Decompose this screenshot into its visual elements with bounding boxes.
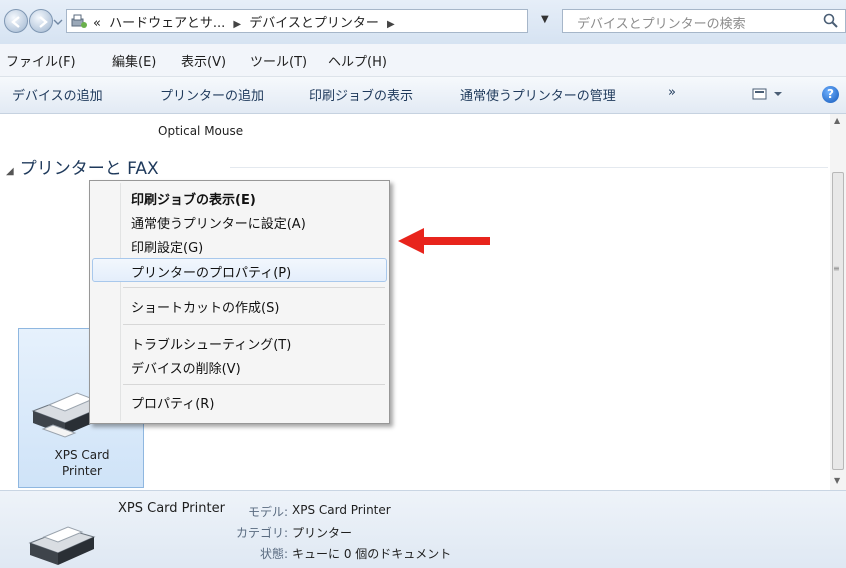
menu-item-printing-preferences[interactable]: 印刷設定(G) bbox=[92, 233, 387, 257]
menu-item-label: トラブルシューティング(T) bbox=[131, 338, 292, 353]
breadcrumb-devices-printers[interactable]: デバイスとプリンター bbox=[249, 16, 379, 31]
breadcrumb-separator-icon[interactable]: ▶ bbox=[233, 19, 241, 30]
details-pane: XPS Card Printer モデル: XPS Card Printer カ… bbox=[0, 490, 846, 568]
details-category-value: プリンター bbox=[292, 526, 353, 540]
menu-separator bbox=[123, 324, 385, 325]
address-bar: « ハードウェアとサ... ▶ デバイスとプリンター ▶ ▼ ↹ デバイスとプリ… bbox=[0, 0, 846, 44]
menu-separator bbox=[123, 384, 385, 385]
back-button[interactable] bbox=[4, 9, 28, 33]
help-icon[interactable]: ? bbox=[822, 86, 839, 103]
more-commands-button[interactable]: » bbox=[668, 85, 676, 100]
printer-tile-label-line2: Printer bbox=[62, 464, 102, 478]
scroll-down-icon[interactable]: ▼ bbox=[834, 476, 840, 485]
add-device-button[interactable]: デバイスの追加 bbox=[12, 85, 103, 104]
printer-icon bbox=[28, 526, 96, 565]
menu-item-remove-device[interactable]: デバイスの削除(V) bbox=[92, 354, 387, 378]
details-status-label: 状態: bbox=[259, 547, 288, 561]
menu-help[interactable]: ヘルプ(H) bbox=[328, 51, 387, 70]
scroll-up-icon[interactable]: ▲ bbox=[834, 116, 840, 125]
breadcrumb: « ハードウェアとサ... ▶ デバイスとプリンター ▶ bbox=[93, 12, 399, 31]
menu-item-see-print-jobs[interactable]: 印刷ジョブの表示(E) bbox=[92, 185, 387, 209]
menu-view[interactable]: 表示(V) bbox=[181, 51, 226, 70]
menu-item-label: プリンターのプロパティ(P) bbox=[131, 266, 292, 281]
context-menu: 印刷ジョブの表示(E) 通常使うプリンターに設定(A) 印刷設定(G) プリンタ… bbox=[89, 180, 390, 424]
menu-file[interactable]: ファイル(F) bbox=[6, 51, 76, 70]
menu-item-create-shortcut[interactable]: ショートカットの作成(S) bbox=[92, 293, 387, 317]
breadcrumb-hardware-sound[interactable]: ハードウェアとサ... bbox=[109, 16, 225, 31]
group-divider bbox=[230, 167, 828, 168]
collapse-triangle-icon[interactable]: ◢ bbox=[6, 166, 14, 177]
printer-tile-label: XPS Card Printer bbox=[19, 447, 145, 479]
menu-item-printer-properties[interactable]: プリンターのプロパティ(P) bbox=[92, 258, 387, 282]
menu-item-set-default[interactable]: 通常使うプリンターに設定(A) bbox=[92, 209, 387, 233]
scroll-grip-icon: ≡ bbox=[833, 264, 840, 273]
printer-tile-label-line1: XPS Card bbox=[54, 448, 110, 462]
red-arrow-annotation bbox=[398, 228, 490, 254]
address-box[interactable]: « ハードウェアとサ... ▶ デバイスとプリンター ▶ ▼ ↹ bbox=[66, 9, 577, 33]
add-printer-button[interactable]: プリンターの追加 bbox=[160, 85, 264, 104]
menu-tools[interactable]: ツール(T) bbox=[250, 51, 307, 70]
search-placeholder: デバイスとプリンターの検索 bbox=[577, 17, 746, 32]
menu-item-label: デバイスの削除(V) bbox=[131, 362, 241, 377]
details-device-name: XPS Card Printer bbox=[118, 501, 225, 516]
group-header[interactable]: ◢ プリンターと FAX bbox=[6, 154, 159, 179]
details-status-value: キューに 0 個のドキュメント bbox=[292, 547, 452, 561]
arrow-right-icon bbox=[39, 16, 48, 28]
devices-printers-icon bbox=[71, 14, 87, 28]
search-input[interactable]: デバイスとプリンターの検索 bbox=[562, 9, 846, 33]
arrow-left-icon bbox=[11, 16, 20, 28]
change-view-icon[interactable] bbox=[752, 87, 786, 101]
menu-item-label: ショートカットの作成(S) bbox=[131, 301, 280, 316]
address-dropdown-icon[interactable]: ▼ bbox=[541, 14, 549, 25]
menu-item-label: 印刷設定(G) bbox=[131, 241, 204, 256]
menu-item-troubleshoot[interactable]: トラブルシューティング(T) bbox=[92, 330, 387, 354]
breadcrumb-overflow[interactable]: « bbox=[93, 16, 101, 31]
breadcrumb-separator-icon[interactable]: ▶ bbox=[387, 19, 395, 30]
menu-bar: ファイル(F) 編集(E) 表示(V) ツール(T) ヘルプ(H) bbox=[0, 44, 846, 77]
recent-pages-dropdown[interactable] bbox=[53, 17, 63, 27]
device-label-mouse[interactable]: Optical Mouse bbox=[158, 124, 243, 138]
menu-item-label: プロパティ(R) bbox=[131, 397, 215, 412]
menu-item-label: 印刷ジョブの表示(E) bbox=[131, 193, 256, 208]
forward-button[interactable] bbox=[29, 9, 53, 33]
search-icon[interactable] bbox=[823, 12, 839, 30]
details-category-label: カテゴリ: bbox=[235, 526, 288, 540]
menu-separator bbox=[123, 287, 385, 288]
see-print-jobs-button[interactable]: 印刷ジョブの表示 bbox=[309, 85, 413, 104]
vertical-scrollbar[interactable]: ▲ ≡ ▼ bbox=[830, 114, 846, 490]
scrollbar-thumb[interactable] bbox=[832, 172, 844, 470]
details-model-label: モデル: bbox=[247, 505, 288, 519]
menu-item-label: 通常使うプリンターに設定(A) bbox=[131, 217, 306, 232]
menu-item-properties[interactable]: プロパティ(R) bbox=[92, 389, 387, 413]
command-bar: デバイスの追加 プリンターの追加 印刷ジョブの表示 通常使うプリンターの管理 »… bbox=[0, 77, 846, 114]
details-model-value: XPS Card Printer bbox=[292, 503, 391, 517]
manage-default-printers-button[interactable]: 通常使うプリンターの管理 bbox=[460, 85, 616, 104]
menu-edit[interactable]: 編集(E) bbox=[112, 51, 156, 70]
group-title: プリンターと FAX bbox=[19, 159, 159, 179]
